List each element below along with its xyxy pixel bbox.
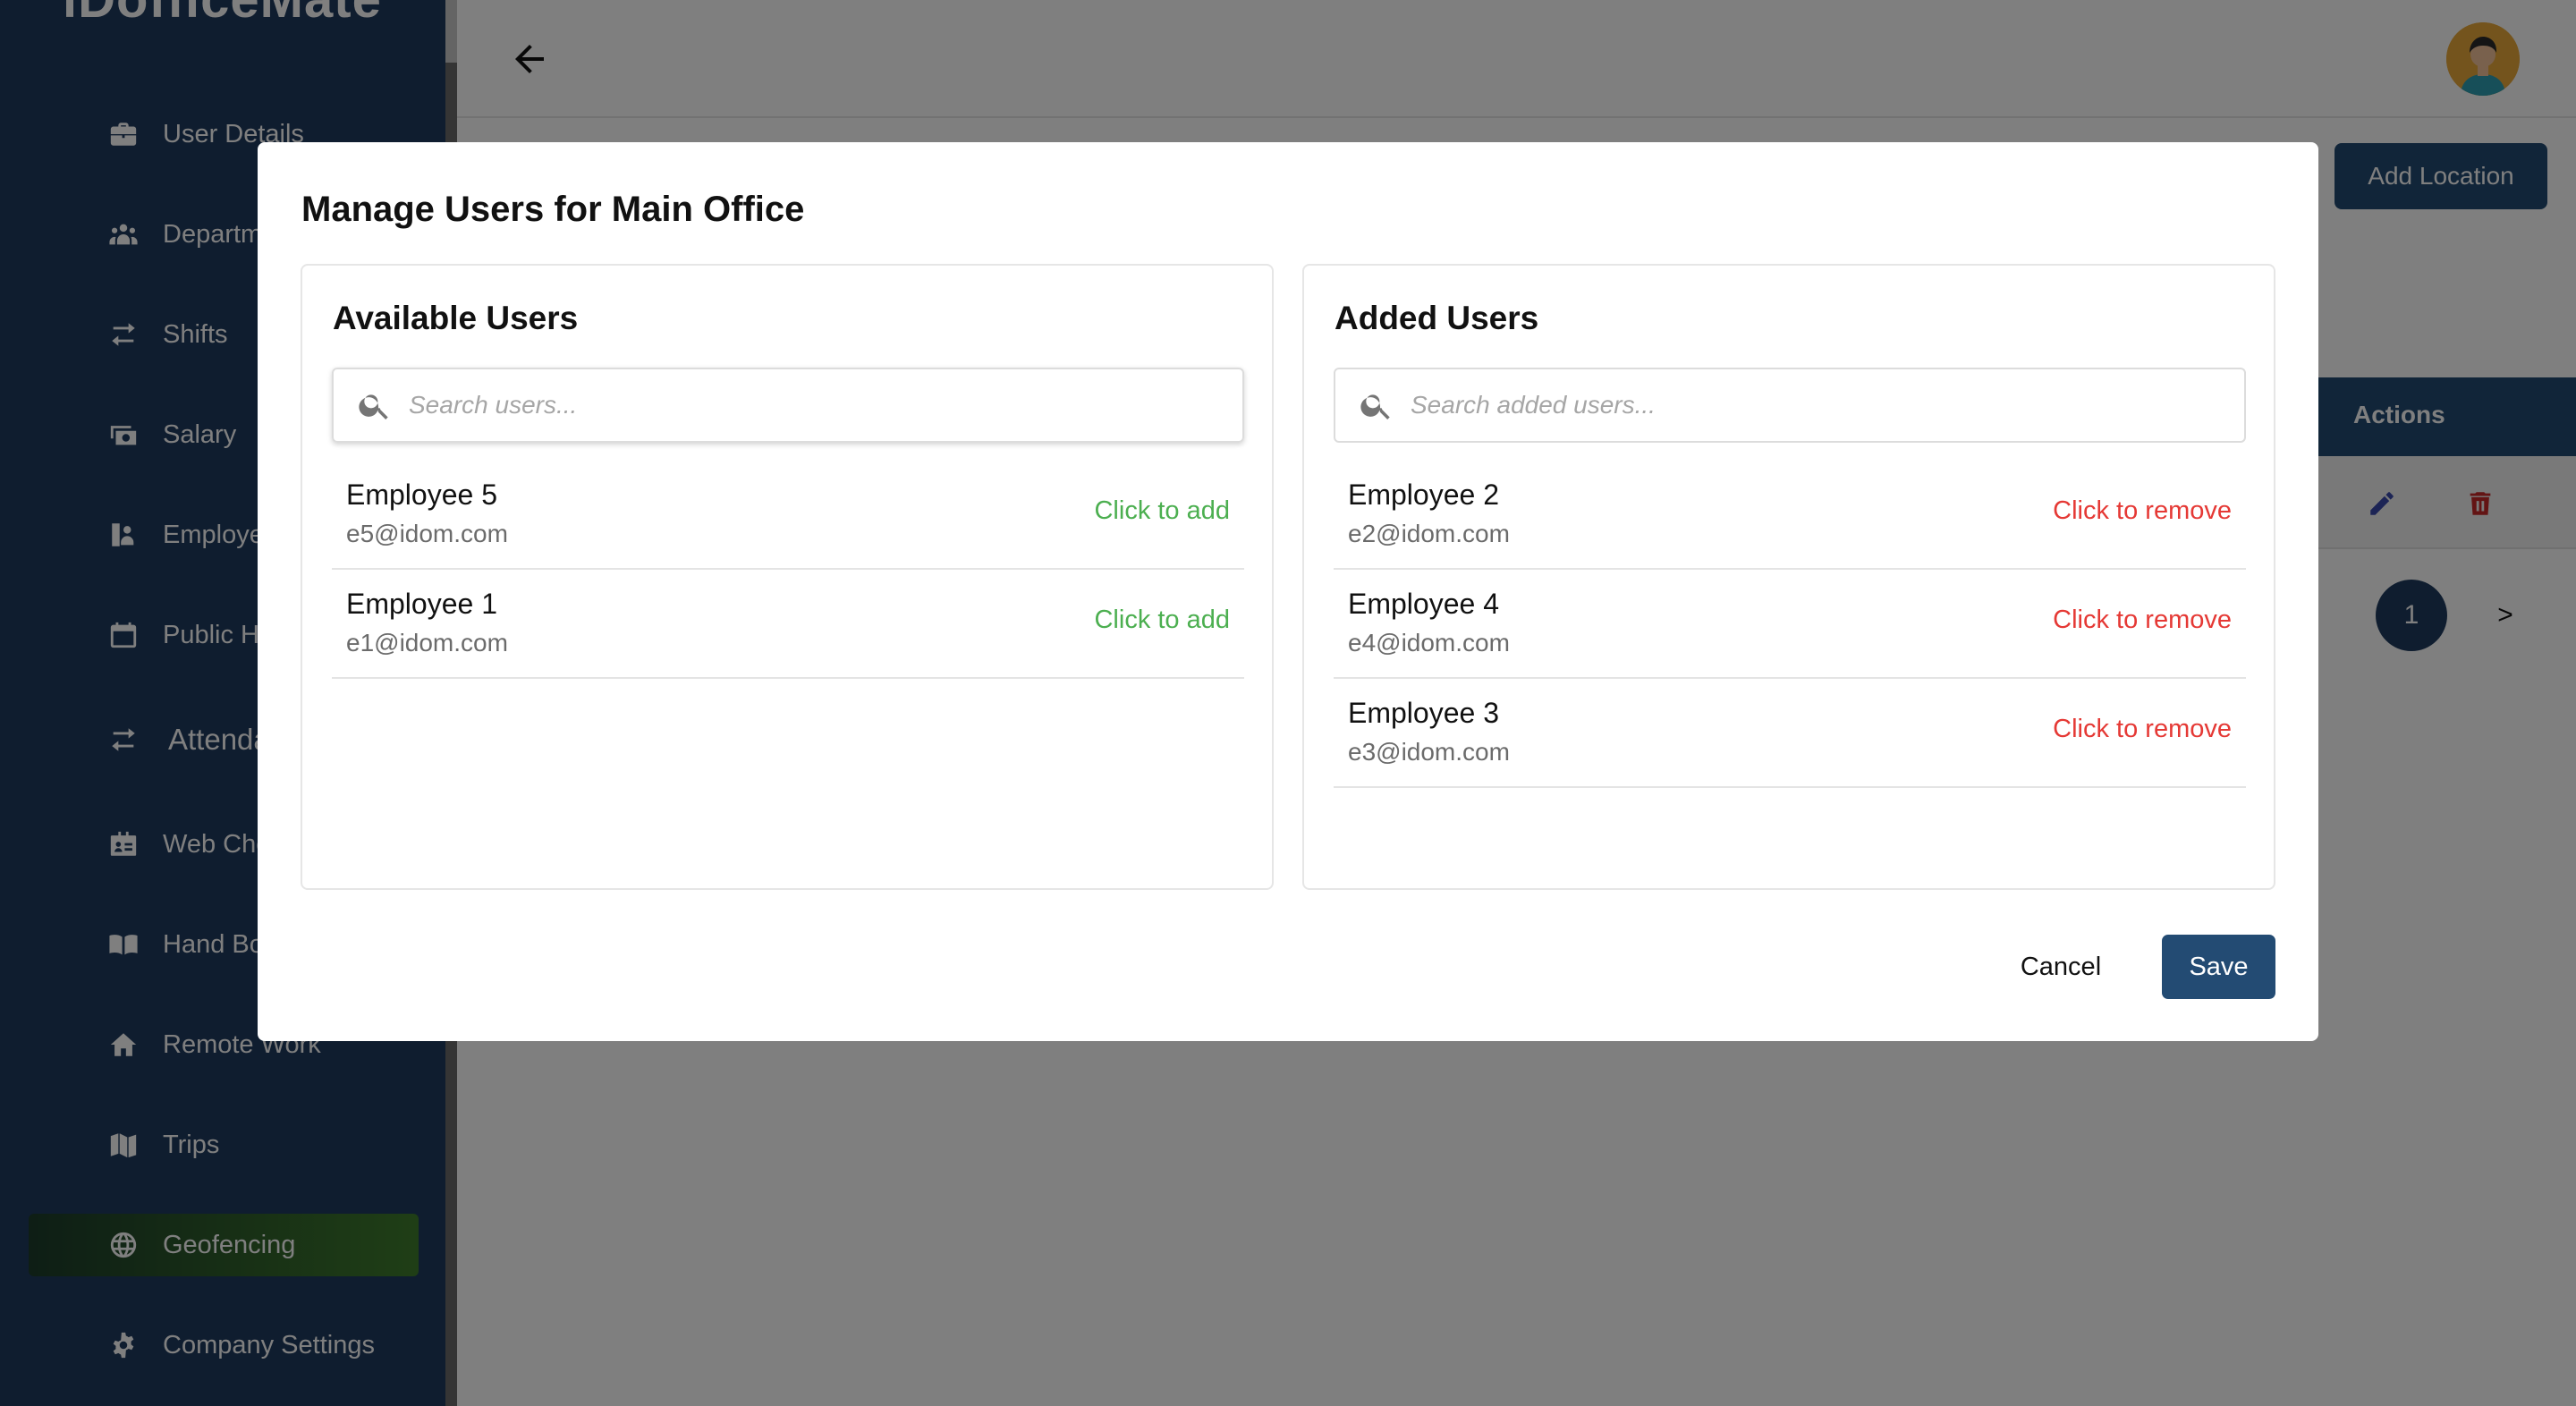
- user-name: Employee 4: [1348, 588, 1499, 620]
- search-icon: [359, 394, 388, 419]
- remove-user-button[interactable]: Click to remove: [2053, 496, 2232, 526]
- search-added-users-input[interactable]: [1411, 391, 2216, 419]
- list-item[interactable]: Employee 1 e1@idom.com Click to add: [332, 570, 1244, 679]
- user-name: Employee 2: [1348, 479, 1499, 511]
- add-user-button[interactable]: Click to add: [1094, 496, 1230, 526]
- added-users-search: [1334, 368, 2246, 443]
- user-email: e5@idom.com: [346, 520, 508, 547]
- available-users-title: Available Users: [333, 300, 579, 336]
- search-icon: [1360, 394, 1390, 419]
- add-user-button[interactable]: Click to add: [1094, 606, 1230, 635]
- list-item[interactable]: Employee 2 e2@idom.com Click to remove: [1334, 461, 2246, 570]
- user-email: e1@idom.com: [346, 629, 508, 656]
- user-name: Employee 5: [346, 479, 497, 511]
- list-item[interactable]: Employee 5 e5@idom.com Click to add: [332, 461, 1244, 570]
- user-email: e4@idom.com: [1348, 629, 1510, 656]
- user-name: Employee 3: [1348, 697, 1499, 729]
- user-name: Employee 1: [346, 588, 497, 620]
- user-email: e2@idom.com: [1348, 520, 1510, 547]
- added-users-panel: Added Users Employee 2 e2@idom.com Click…: [1302, 264, 2275, 890]
- available-users-panel: Available Users Employee 5 e5@idom.com C…: [301, 264, 1274, 890]
- search-users-input[interactable]: [409, 391, 1214, 419]
- added-users-list: Employee 2 e2@idom.com Click to remove E…: [1334, 461, 2246, 788]
- added-users-title: Added Users: [1335, 300, 1539, 336]
- remove-user-button[interactable]: Click to remove: [2053, 715, 2232, 744]
- user-email: e3@idom.com: [1348, 738, 1510, 766]
- available-users-search: [332, 368, 1244, 443]
- save-button[interactable]: Save: [2162, 935, 2275, 999]
- list-item[interactable]: Employee 3 e3@idom.com Click to remove: [1334, 679, 2246, 788]
- remove-user-button[interactable]: Click to remove: [2053, 606, 2232, 635]
- modal-title: Manage Users for Main Office: [301, 190, 805, 229]
- available-users-list: Employee 5 e5@idom.com Click to add Empl…: [332, 461, 1244, 679]
- cancel-button[interactable]: Cancel: [2009, 935, 2113, 999]
- manage-users-modal: Manage Users for Main Office Available U…: [258, 142, 2318, 1041]
- list-item[interactable]: Employee 4 e4@idom.com Click to remove: [1334, 570, 2246, 679]
